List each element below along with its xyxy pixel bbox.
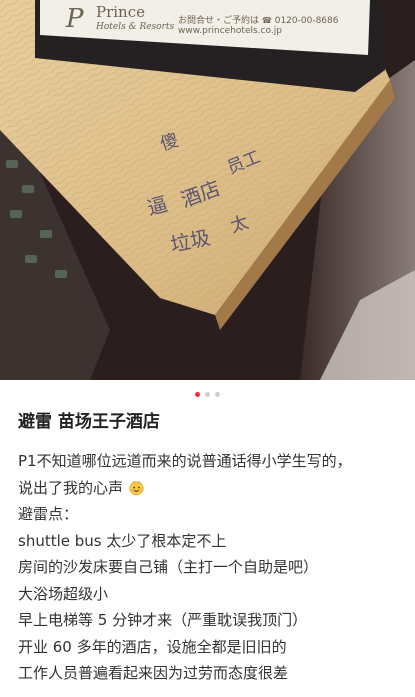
post-line: 避雷点： [18, 505, 79, 523]
smiling-face-icon [129, 480, 144, 495]
card-phone: 0120-00-8686 [274, 16, 339, 26]
phone-icon: ☎ [261, 16, 272, 25]
card-contact: お問合せ・ご予約は ☎ 0120-00-8686 [178, 13, 339, 26]
post-line: P1不知道哪位远道而来的说普通话得小学生写的， [18, 452, 352, 470]
card-contact-label: お問合せ・ご予約は [178, 16, 260, 26]
post-line-text: 说出了我的心声 [18, 478, 124, 497]
post-line: 开业 60 多年的酒店，设施全都是旧旧的 [18, 637, 287, 656]
image-carousel-indicator [0, 389, 415, 399]
post-line: 早上电梯等 5 分钟才来（严重耽误我顶门） [18, 611, 308, 629]
card-brand-sub: Hotels & Resorts [96, 22, 175, 32]
post-title: 避雷 苗场王子酒店 [18, 412, 160, 432]
post-line: 房间的沙发床要自己铺（主打一个自助是吧） [18, 558, 319, 576]
post-line: 大浴场超级小 [18, 584, 109, 603]
post-content: 避雷 苗场王子酒店 P1不知道哪位远道而来的说普通话得小学生写的， 说出了我的心… [18, 408, 402, 687]
card-brand: Prince [96, 3, 145, 21]
post-line-with-emoji: 说出了我的心声 [18, 475, 402, 502]
card-logo-mark: P [66, 4, 84, 34]
carousel-dot-1[interactable] [195, 391, 200, 397]
card-website: www.princehotels.co.jp [178, 26, 282, 36]
carousel-dot-3[interactable] [215, 391, 220, 397]
post-line: shuttle bus 太少了根本定不上 [18, 531, 227, 550]
post-photo[interactable]: P Prince Hotels & Resorts お問合せ・ご予約は ☎ 01… [0, 0, 415, 380]
post-line: 工作人员普遍看起来因为过劳而态度很差 [18, 664, 289, 682]
carousel-dot-2[interactable] [205, 391, 210, 397]
